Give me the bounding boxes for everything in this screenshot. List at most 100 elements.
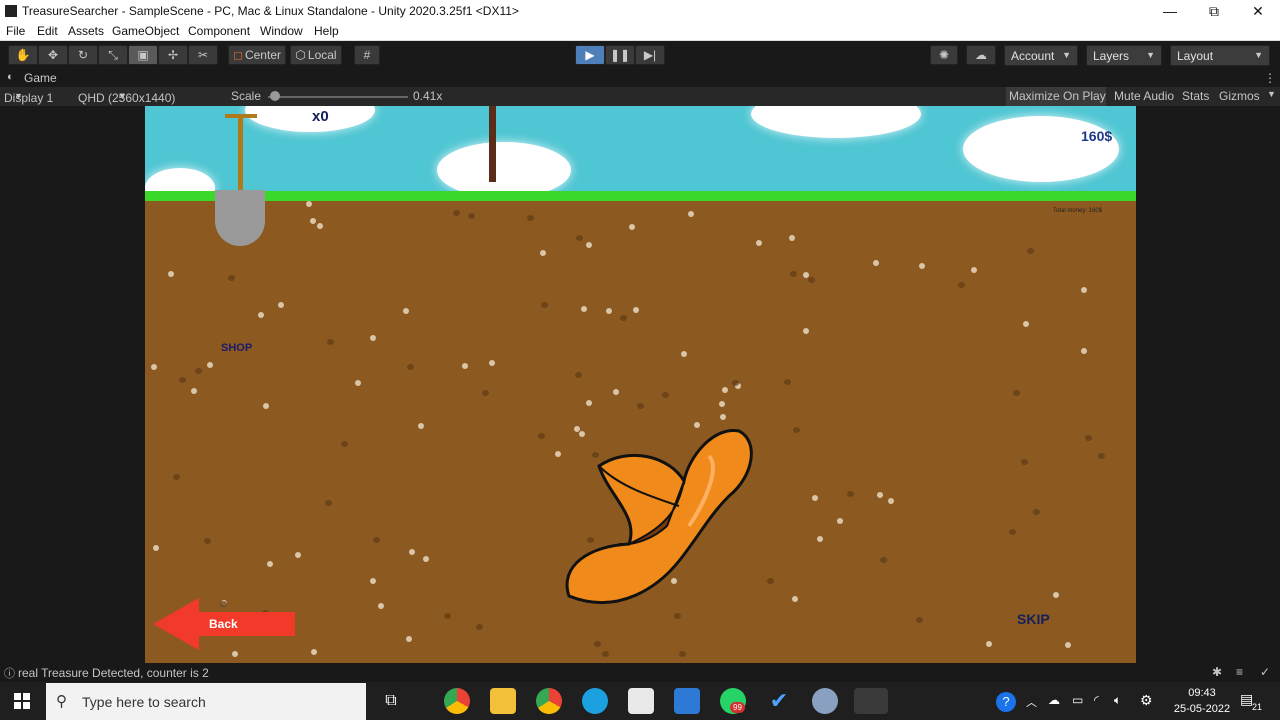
cloud [437, 142, 571, 198]
dirt-speck [540, 250, 546, 256]
close-button[interactable]: ✕ [1236, 0, 1280, 22]
chevron-up-icon[interactable]: ︿ [1026, 694, 1037, 710]
dirt-speck [258, 312, 264, 318]
gear-icon[interactable]: ⚙ [1140, 692, 1153, 709]
cloud [963, 116, 1119, 182]
dirt-speck [919, 263, 925, 269]
step-button[interactable]: ▶| [635, 45, 665, 65]
dirt-speck [232, 651, 238, 657]
dirt-speck [489, 360, 495, 366]
stats-toggle[interactable]: Stats [1182, 89, 1209, 103]
menu-component[interactable]: Component [188, 24, 250, 38]
dirt-speck [462, 363, 468, 369]
hand-tool-icon[interactable]: ✋ [8, 45, 38, 65]
maximize-on-play-toggle[interactable]: Maximize On Play [1009, 89, 1106, 103]
task-view-icon[interactable]: ⧉ [378, 688, 404, 714]
transform-tool-icon[interactable]: ✢ [158, 45, 188, 65]
dirt-speck [720, 414, 726, 420]
menu-window[interactable]: Window [260, 24, 303, 38]
speaker-icon[interactable]: 🔈︎ [1114, 693, 1121, 708]
rotate-tool-icon[interactable]: ↻ [68, 45, 98, 65]
move-tool-icon[interactable]: ✥ [38, 45, 68, 65]
pause-button[interactable]: ❚❚ [605, 45, 635, 65]
store-icon[interactable] [628, 688, 654, 714]
cloud [245, 106, 375, 132]
layers-dropdown[interactable]: Layers ▼ [1086, 45, 1162, 66]
pivot-local-toggle[interactable]: ⬡ Local [290, 45, 342, 65]
dirt-speck [378, 603, 384, 609]
help-icon[interactable]: ? [996, 692, 1016, 712]
chevron-down-icon[interactable]: ▼ [1267, 89, 1276, 99]
dirt-pebble [373, 537, 380, 543]
menu-edit[interactable]: Edit [37, 24, 58, 38]
chrome-profile-icon[interactable] [536, 688, 562, 714]
dirt-pebble [327, 339, 334, 345]
dirt-speck [817, 536, 823, 542]
scale-slider-handle[interactable] [270, 91, 280, 101]
dirt-speck [812, 495, 818, 501]
windows-start-icon[interactable] [14, 693, 30, 709]
rect-tool-icon[interactable]: ▣ [128, 45, 158, 65]
dirt-speck [370, 335, 376, 341]
game-scene[interactable]: x0 160$ Total money: 160$ SHOP SKIP Back [145, 106, 1136, 663]
vscode-icon[interactable] [674, 688, 700, 714]
cloud-icon[interactable]: ☁ [966, 45, 996, 65]
dirt-speck [581, 306, 587, 312]
onedrive-icon[interactable]: ☁ [1048, 693, 1060, 707]
minimize-button[interactable]: — [1148, 0, 1192, 22]
treasure-counter: x0 [312, 108, 329, 125]
dirt-pebble [847, 491, 854, 497]
account-dropdown[interactable]: Account ▼ [1004, 45, 1078, 66]
mute-audio-toggle[interactable]: Mute Audio [1114, 89, 1174, 103]
window-title: TreasureSearcher - SampleScene - PC, Mac… [22, 4, 519, 18]
scale-slider-track[interactable] [268, 96, 408, 98]
clock[interactable]: 09:43 25-05-2022 [1172, 685, 1232, 717]
unity-taskbar-icon[interactable] [854, 688, 888, 714]
debug-icon[interactable]: ✱ [1212, 665, 1222, 679]
whatsapp-icon[interactable]: 99 [720, 688, 746, 714]
gizmos-toggle[interactable]: Gizmos [1219, 89, 1260, 103]
maximize-button[interactable]: ⧉ [1192, 0, 1236, 22]
pivot-center-toggle[interactable]: ◻ Center [228, 45, 286, 65]
dirt-pebble [1033, 509, 1040, 515]
taskbar-search[interactable]: ⚲ Type here to search [46, 683, 366, 720]
play-button[interactable]: ▶ [575, 45, 605, 65]
dirt-speck [722, 387, 728, 393]
grid-snap-icon[interactable]: # [354, 45, 380, 65]
dirt-speck [1081, 348, 1087, 354]
collab-icon[interactable]: ✺ [930, 45, 958, 65]
battery-icon[interactable]: ▭ [1072, 693, 1083, 707]
unity-app-icon [5, 5, 17, 17]
search-icon: ⚲ [56, 693, 67, 710]
wifi-icon[interactable]: ◜ [1094, 693, 1099, 707]
custom-tool-icon[interactable]: ✂ [188, 45, 218, 65]
todo-check-icon[interactable]: ✔ [766, 688, 792, 714]
skip-button[interactable]: SKIP [1017, 611, 1050, 627]
dirt-pebble [476, 624, 483, 630]
menu-gameobject[interactable]: GameObject [112, 24, 179, 38]
menu-file[interactable]: File [6, 24, 25, 38]
shop-button[interactable]: SHOP [221, 342, 252, 354]
dirt-speck [613, 389, 619, 395]
dirt-pebble [468, 213, 475, 219]
file-explorer-icon[interactable] [490, 688, 516, 714]
menu-help[interactable]: Help [314, 24, 339, 38]
dirt-pebble [482, 390, 489, 396]
layers-stack-icon[interactable]: ≡ [1236, 665, 1243, 679]
scale-tool-icon[interactable]: ⤡ [98, 45, 128, 65]
back-button[interactable]: Back [153, 598, 295, 650]
game-tab-header: ◐ Game ⋮ [0, 69, 1280, 87]
dirt-pebble [602, 651, 609, 657]
tab-game[interactable]: Game [24, 71, 57, 85]
settings-gear-icon[interactable] [812, 688, 838, 714]
layout-dropdown[interactable]: Layout ▼ [1170, 45, 1270, 66]
chrome-icon[interactable] [444, 688, 470, 714]
play-icon: ▶ [585, 48, 595, 62]
status-message[interactable]: real Treasure Detected, counter is 2 [18, 666, 209, 680]
check-icon[interactable]: ✓ [1260, 665, 1270, 679]
tab-menu-icon[interactable]: ⋮ [1264, 71, 1276, 85]
dirt-speck [792, 596, 798, 602]
dirt-pebble [204, 538, 211, 544]
edge-icon[interactable] [582, 688, 608, 714]
menu-assets[interactable]: Assets [68, 24, 104, 38]
